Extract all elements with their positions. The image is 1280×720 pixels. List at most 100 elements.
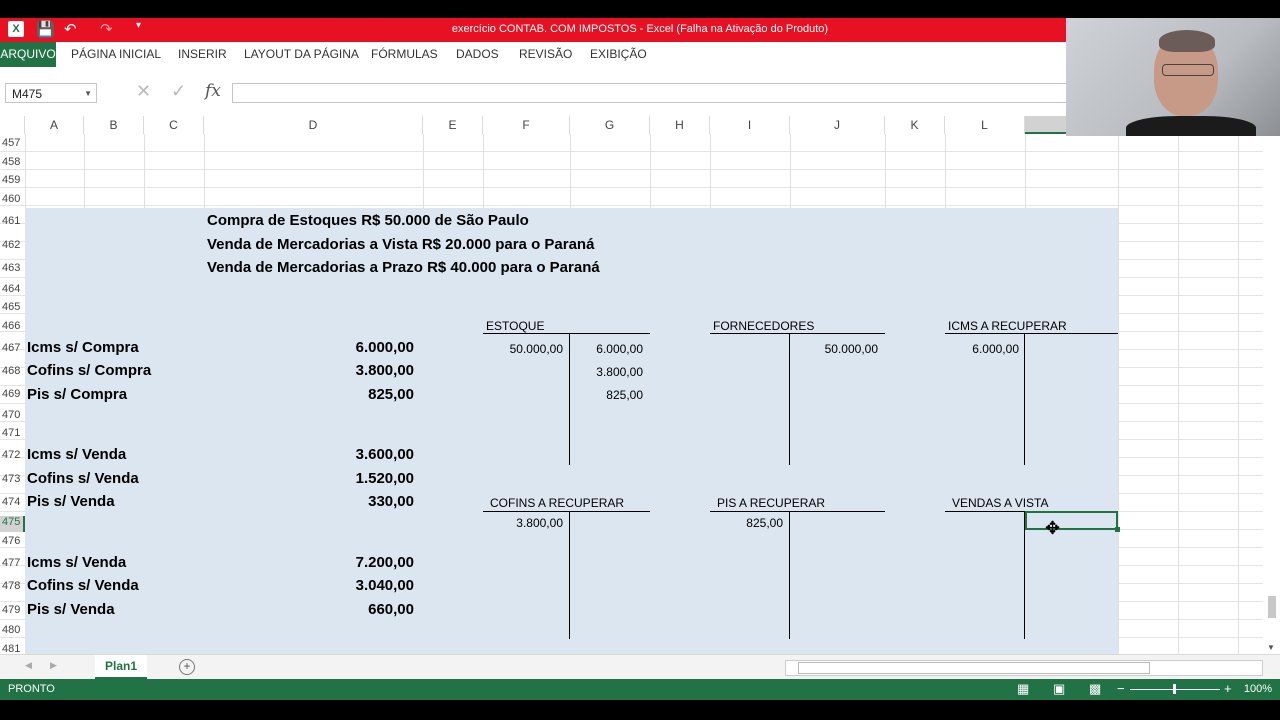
row-header[interactable]: 467 [0, 342, 27, 354]
row-header-active[interactable]: 475 [0, 516, 25, 532]
estoque-debit[interactable]: 50.000,00 [483, 342, 563, 356]
tab-formulas[interactable]: FÓRMULAS [371, 42, 438, 67]
row-header[interactable]: 478 [0, 580, 27, 592]
row-header[interactable]: 480 [0, 624, 27, 636]
x-icon[interactable]: ✕ [136, 81, 151, 102]
col-header-l[interactable]: L [945, 116, 1025, 134]
col-header-e[interactable]: E [423, 116, 483, 134]
row-header[interactable]: 479 [0, 604, 27, 616]
tax-value[interactable]: 660,00 [294, 601, 414, 618]
row-header[interactable]: 471 [0, 427, 27, 439]
horizontal-scrollbar[interactable] [785, 660, 1263, 676]
zoom-level[interactable]: 100% [1244, 683, 1272, 695]
row-header[interactable]: 463 [0, 262, 27, 274]
tax-value[interactable]: 1.520,00 [294, 470, 414, 487]
heading-venda-vista[interactable]: Venda de Mercadorias a Vista R$ 20.000 p… [207, 236, 594, 253]
col-header-b[interactable]: B [84, 116, 144, 134]
chevron-down-icon[interactable]: ▼ [84, 84, 92, 104]
col-header-i[interactable]: I [710, 116, 790, 134]
name-box[interactable]: M475 ▼ [5, 83, 97, 103]
selected-cell[interactable] [1025, 511, 1120, 532]
row-header[interactable]: 477 [0, 557, 27, 569]
t-account-cofins-title[interactable]: COFINS A RECUPERAR [490, 496, 624, 510]
row-header[interactable]: 462 [0, 239, 27, 251]
estoque-credit[interactable]: 825,00 [563, 388, 643, 402]
row-header[interactable]: 465 [0, 301, 27, 313]
row-header[interactable]: 460 [0, 193, 27, 205]
tax-value[interactable]: 3.600,00 [294, 446, 414, 463]
heading-venda-prazo[interactable]: Venda de Mercadorias a Prazo R$ 40.000 p… [207, 259, 600, 276]
row-header[interactable]: 474 [0, 496, 27, 508]
tax-label[interactable]: Pis s/ Compra [27, 386, 127, 403]
vertical-scroll-thumb[interactable] [1268, 596, 1276, 618]
cofins-debit[interactable]: 3.800,00 [483, 516, 563, 530]
add-sheet-icon[interactable]: + [179, 659, 195, 675]
zoom-in-icon[interactable]: + [1224, 681, 1232, 696]
row-header[interactable]: 481 [0, 643, 27, 654]
icms-debit[interactable]: 6.000,00 [939, 342, 1019, 356]
row-header[interactable]: 472 [0, 449, 27, 461]
tax-label[interactable]: Icms s/ Compra [27, 339, 139, 356]
row-header[interactable]: 470 [0, 409, 27, 421]
row-header[interactable]: 468 [0, 365, 27, 377]
t-account-icms-title[interactable]: ICMS A RECUPERAR [948, 319, 1067, 333]
normal-view-icon[interactable]: ▦ [1017, 681, 1029, 697]
row-header[interactable]: 473 [0, 473, 27, 485]
tax-value[interactable]: 3.040,00 [294, 577, 414, 594]
tab-layout[interactable]: LAYOUT DA PÁGINA [244, 42, 359, 67]
check-icon[interactable]: ✓ [171, 81, 186, 102]
col-header-g[interactable]: G [570, 116, 650, 134]
zoom-out-icon[interactable]: − [1117, 681, 1125, 696]
row-header[interactable]: 469 [0, 388, 27, 400]
col-header-f[interactable]: F [483, 116, 570, 134]
tax-label[interactable]: Cofins s/ Compra [27, 362, 151, 379]
page-layout-icon[interactable]: ▣ [1053, 681, 1065, 697]
row-header[interactable]: 457 [0, 137, 27, 149]
next-sheet-icon[interactable]: ▶ [50, 660, 57, 671]
row-header[interactable]: 476 [0, 535, 27, 547]
pis-debit[interactable]: 825,00 [703, 516, 783, 530]
scroll-down-icon[interactable]: ▼ [1267, 643, 1275, 652]
tab-arquivo[interactable]: ARQUIVO [0, 42, 56, 67]
tax-label[interactable]: Icms s/ Venda [27, 446, 126, 463]
tab-inserir[interactable]: INSERIR [178, 42, 227, 67]
tax-value[interactable]: 6.000,00 [294, 339, 414, 356]
t-account-pis-title[interactable]: PIS A RECUPERAR [717, 496, 825, 510]
row-header[interactable]: 459 [0, 174, 27, 186]
tax-label[interactable]: Cofins s/ Venda [27, 470, 139, 487]
tax-label[interactable]: Pis s/ Venda [27, 493, 115, 510]
tax-label[interactable]: Pis s/ Venda [27, 601, 115, 618]
tax-value[interactable]: 825,00 [294, 386, 414, 403]
tax-value[interactable]: 3.800,00 [294, 362, 414, 379]
col-header-d[interactable]: D [204, 116, 423, 134]
fornecedores-credit[interactable]: 50.000,00 [798, 342, 878, 356]
tab-revisao[interactable]: REVISÃO [519, 42, 572, 67]
t-account-vendas-title[interactable]: VENDAS A VISTA [952, 496, 1048, 510]
tax-label[interactable]: Cofins s/ Venda [27, 577, 139, 594]
col-header-c[interactable]: C [144, 116, 204, 134]
horizontal-scroll-thumb[interactable] [798, 662, 1150, 674]
cell-grid[interactable]: 457 458 459 460 461 462 463 464 465 466 … [0, 134, 1263, 654]
tab-exibicao[interactable]: EXIBIÇÃO [590, 42, 647, 67]
row-header[interactable]: 461 [0, 215, 27, 227]
col-header-h[interactable]: H [650, 116, 710, 134]
select-all-corner[interactable] [0, 116, 25, 134]
row-header[interactable]: 466 [0, 320, 27, 332]
col-header-a[interactable]: A [25, 116, 84, 134]
col-header-j[interactable]: J [790, 116, 885, 134]
tab-dados[interactable]: DADOS [456, 42, 499, 67]
estoque-credit[interactable]: 3.800,00 [563, 365, 643, 379]
col-header-k[interactable]: K [885, 116, 945, 134]
tab-pagina-inicial[interactable]: PÁGINA INICIAL [71, 42, 161, 67]
tax-value[interactable]: 7.200,00 [294, 554, 414, 571]
t-account-estoque-title[interactable]: ESTOQUE [486, 319, 544, 333]
tax-label[interactable]: Icms s/ Venda [27, 554, 126, 571]
estoque-credit[interactable]: 6.000,00 [563, 342, 643, 356]
vertical-scrollbar[interactable]: ▼ [1263, 134, 1280, 654]
prev-sheet-icon[interactable]: ◀ [25, 660, 32, 671]
row-header[interactable]: 458 [0, 156, 27, 168]
t-account-fornecedores-title[interactable]: FORNECEDORES [713, 319, 814, 333]
tax-value[interactable]: 330,00 [294, 493, 414, 510]
sheet-tab-plan1[interactable]: Plan1 [95, 655, 147, 679]
zoom-slider-knob[interactable] [1173, 684, 1176, 694]
